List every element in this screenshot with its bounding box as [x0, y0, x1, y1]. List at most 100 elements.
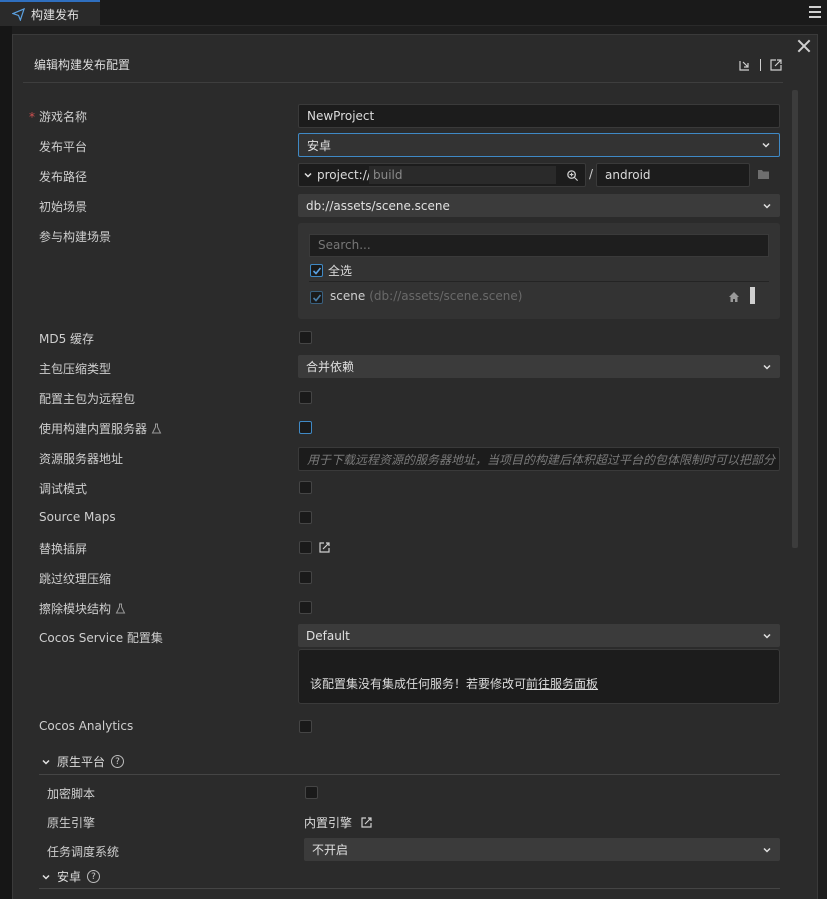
chevron-down-icon: [763, 847, 771, 853]
server-address-input[interactable]: 用于下载远程资源的服务器地址，当项目的构建后体积超过平台的包体限制时可以把部分: [298, 447, 780, 471]
cocos-service-label: Cocos Service 配置集: [39, 631, 163, 645]
main-remote-checkbox[interactable]: [299, 391, 312, 404]
tab-label: 构建发布: [31, 7, 80, 22]
debug-checkbox[interactable]: [299, 481, 312, 494]
chevron-down-icon: [763, 633, 771, 639]
close-icon[interactable]: [797, 39, 811, 53]
flask-icon: [115, 603, 126, 614]
main-remote-label: 配置主包为远程包: [39, 392, 136, 406]
section-divider: [39, 774, 780, 775]
game-name-input[interactable]: NewProject: [298, 104, 780, 128]
flask-icon: [151, 423, 162, 434]
import-icon[interactable]: [738, 58, 752, 72]
source-maps-checkbox[interactable]: [299, 511, 312, 524]
analytics-label: Cocos Analytics: [39, 719, 134, 733]
native-section-title: 原生平台: [57, 755, 106, 769]
scene-list-box: Search... 全选 scene (db://assets/scene.sce…: [298, 223, 780, 319]
chevron-down-icon: [42, 874, 50, 880]
start-scene-value: db://assets/scene.scene: [306, 198, 450, 213]
hamburger-menu-icon[interactable]: [809, 6, 821, 18]
cocos-service-select[interactable]: Default: [298, 624, 780, 647]
service-notice-box: 该配置集没有集成任何服务！若要修改可前往服务面板: [298, 649, 780, 704]
build-config-panel: 编辑构建发布配置 * 游戏名称 NewProject 发布平台 安卓 发布路径 p…: [12, 34, 818, 899]
start-scene-label: 初始场景: [39, 200, 88, 214]
check-icon: [312, 267, 322, 275]
android-section-title: 安卓: [57, 870, 82, 884]
build-path-label: 发布路径: [39, 170, 88, 184]
android-section-header[interactable]: 安卓 ?: [41, 868, 101, 885]
help-icon[interactable]: ?: [87, 870, 101, 883]
open-external-icon[interactable]: [318, 541, 331, 554]
chevron-down-icon: [304, 172, 312, 178]
required-marker: *: [29, 109, 35, 124]
export-icon[interactable]: [769, 58, 783, 72]
analytics-checkbox[interactable]: [299, 720, 312, 733]
chevron-down-icon: [762, 142, 770, 148]
native-engine-value: 内置引擎: [304, 814, 373, 831]
protocol-label: project://: [317, 168, 371, 182]
md5-checkbox[interactable]: [299, 331, 312, 344]
skip-texture-checkbox[interactable]: [299, 571, 312, 584]
build-path-input[interactable]: build: [369, 166, 556, 184]
check-icon: [312, 294, 322, 302]
service-notice: 该配置集没有集成任何服务！若要修改可前往服务面板: [310, 677, 599, 691]
chevron-down-icon: [763, 364, 771, 370]
build-path-group: project:// build: [298, 163, 586, 187]
compression-value: 合并依赖: [306, 360, 355, 374]
path-separator: /: [589, 167, 594, 181]
list-item[interactable]: scene (db://assets/scene.scene): [330, 289, 522, 303]
tab-build-publish[interactable]: 构建发布: [0, 0, 100, 26]
scheduler-label: 任务调度系统: [47, 845, 120, 859]
source-maps-label: Source Maps: [39, 510, 116, 524]
platform-label: 发布平台: [39, 140, 88, 154]
erase-module-checkbox[interactable]: [299, 601, 312, 614]
scene-order-handle[interactable]: [750, 287, 755, 304]
header-separator: [760, 59, 761, 71]
builtin-server-label: 使用构建内置服务器: [39, 420, 162, 437]
section-divider: [39, 888, 780, 889]
build-scenes-label: 参与构建场景: [39, 230, 112, 244]
splash-label: 替换插屏: [39, 542, 88, 556]
service-panel-link[interactable]: 前往服务面板: [526, 677, 598, 691]
encrypt-label: 加密脚本: [47, 787, 96, 801]
erase-module-label: 擦除模块结构: [39, 600, 126, 617]
game-name-label: * 游戏名称: [29, 109, 88, 125]
tab-bar: 构建发布: [0, 0, 827, 26]
native-engine-label: 原生引擎: [47, 816, 96, 830]
builtin-server-checkbox[interactable]: [299, 421, 312, 434]
scene-name: scene: [330, 289, 366, 303]
platform-value: 安卓: [307, 138, 332, 153]
start-scene-select[interactable]: db://assets/scene.scene: [298, 194, 780, 217]
search-icon[interactable]: [566, 169, 579, 182]
open-external-icon[interactable]: [360, 816, 373, 829]
platform-select[interactable]: 安卓: [298, 133, 780, 157]
chevron-down-icon: [763, 203, 771, 209]
scheduler-select[interactable]: 不开启: [304, 838, 780, 861]
splash-checkbox[interactable]: [299, 541, 312, 554]
native-section-header[interactable]: 原生平台 ?: [41, 753, 125, 770]
compression-select[interactable]: 合并依赖: [298, 355, 780, 378]
encrypt-checkbox[interactable]: [305, 786, 318, 799]
select-all-label: 全选: [328, 264, 353, 278]
scene-search-input[interactable]: Search...: [309, 234, 769, 257]
folder-icon[interactable]: [757, 168, 771, 180]
server-address-label: 资源服务器地址: [39, 452, 124, 466]
select-all-checkbox[interactable]: [310, 264, 323, 277]
debug-label: 调试模式: [39, 482, 88, 496]
scene-divider: [309, 281, 769, 282]
help-icon[interactable]: ?: [111, 755, 125, 768]
left-gutter: [0, 26, 12, 899]
chevron-down-icon: [42, 759, 50, 765]
scene-path: (db://assets/scene.scene): [369, 289, 523, 303]
scheduler-value: 不开启: [312, 843, 349, 857]
vertical-scrollbar[interactable]: [792, 90, 798, 548]
build-subfolder-input[interactable]: android: [596, 163, 750, 187]
home-icon[interactable]: [728, 291, 740, 303]
compression-label: 主包压缩类型: [39, 362, 112, 376]
send-icon: [12, 7, 25, 21]
scene-checkbox[interactable]: [310, 291, 323, 304]
panel-title: 编辑构建发布配置: [34, 58, 131, 72]
protocol-dropdown[interactable]: project://: [303, 168, 371, 182]
panel-header: 编辑构建发布配置: [23, 49, 783, 83]
cocos-service-value: Default: [306, 628, 350, 643]
